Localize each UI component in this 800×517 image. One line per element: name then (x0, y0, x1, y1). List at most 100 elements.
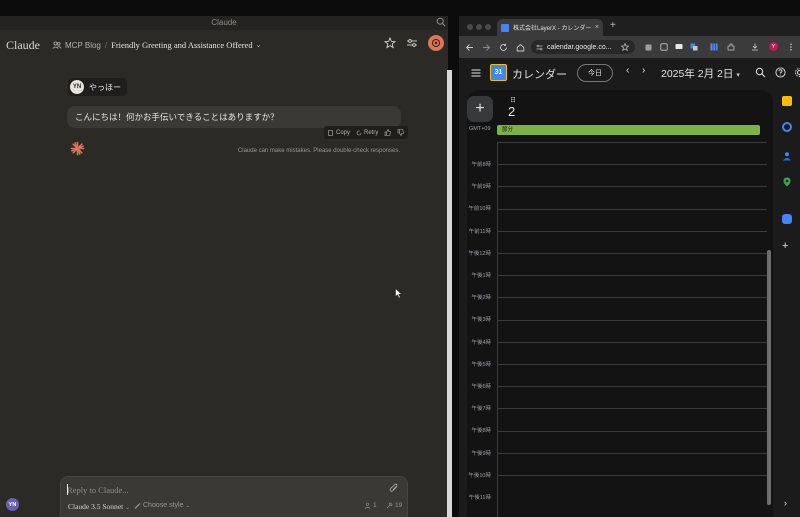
hour-grid-line (497, 408, 767, 410)
style-selector[interactable]: Choose style ⌄ (134, 502, 190, 509)
tasks-icon[interactable] (782, 122, 792, 132)
retry-button[interactable]: Retry (356, 130, 378, 136)
mcp-tools-button[interactable] (428, 35, 444, 51)
settings-sliders-icon[interactable] (406, 37, 418, 49)
tab-calendar[interactable]: 株式会社LayerX - カレンダー × (497, 19, 603, 36)
extension-translate-icon[interactable] (690, 43, 698, 51)
text-caret (67, 484, 68, 495)
profile-avatar[interactable]: YN (6, 498, 19, 511)
more-vert-icon[interactable] (787, 43, 795, 51)
extension-square-icon[interactable] (660, 43, 668, 51)
create-event-button[interactable]: + (467, 96, 493, 122)
close-icon[interactable]: × (595, 24, 599, 31)
profile-initial: Y (771, 43, 776, 50)
hour-grid-line (497, 297, 767, 299)
hour-grid-line (497, 142, 767, 143)
claude-window: Claude Claude MCP Blog / Friendly Greeti… (0, 16, 448, 517)
hour-grid-line (497, 186, 767, 188)
prev-day-button[interactable]: ‹ (626, 65, 629, 76)
hour-label: 午後2時 (471, 295, 491, 302)
paperclip-icon[interactable] (389, 483, 399, 493)
hour-label: 午前8時 (471, 162, 491, 168)
profile-avatar-button[interactable]: Y (769, 42, 778, 51)
hour-grid-line (497, 475, 767, 476)
site-settings-icon[interactable] (536, 44, 543, 51)
hour-label: 午前9時 (471, 184, 491, 191)
tab-strip: 株式会社LayerX - カレンダー × + (459, 16, 800, 36)
hour-label: 午後12時 (468, 250, 491, 257)
window-title: Claude (211, 18, 237, 27)
new-tab-button[interactable]: + (610, 20, 616, 31)
window-zoom-button[interactable] (485, 24, 491, 30)
search-icon[interactable] (436, 17, 446, 27)
hour-grid-line (497, 341, 767, 343)
keep-icon[interactable] (782, 96, 792, 106)
maps-pin-icon[interactable] (782, 174, 792, 187)
extensions-menu-icon[interactable] (727, 43, 735, 51)
extension-grid-icon[interactable] (710, 43, 718, 51)
thumbs-down-icon[interactable] (397, 129, 405, 136)
window-close-button[interactable] (467, 24, 473, 30)
user-message: YN やっほー (68, 78, 127, 96)
star-icon[interactable] (384, 37, 396, 49)
search-icon[interactable] (755, 67, 766, 78)
back-arrow-icon[interactable] (465, 43, 474, 52)
hour-grid-line (497, 208, 767, 210)
mcp-tools-count-button[interactable]: 19 (386, 502, 402, 509)
project-icon (52, 41, 62, 49)
user-avatar: YN (70, 80, 84, 94)
calendar-scrollbar[interactable] (767, 250, 771, 505)
style-label: Choose style (143, 502, 184, 509)
hour-grid-line (497, 164, 767, 166)
add-addon-button[interactable]: + (782, 240, 788, 252)
calendar-favicon-icon (501, 23, 509, 32)
chevron-down-icon[interactable]: ⌄ (256, 41, 262, 49)
thumbs-up-icon[interactable] (384, 129, 392, 136)
download-icon[interactable] (751, 43, 759, 51)
timezone-label: GMT+09 (469, 126, 491, 132)
hour-grid-line (497, 452, 767, 454)
help-icon[interactable] (775, 67, 786, 78)
breadcrumb-project[interactable]: MCP Blog (65, 41, 101, 50)
contacts-icon[interactable] (782, 148, 792, 161)
bookmark-star-icon[interactable] (621, 43, 629, 51)
day-number[interactable]: 2 (508, 104, 515, 119)
window-minimize-button[interactable] (476, 24, 482, 30)
extension-puzzle-icon[interactable] (645, 43, 653, 51)
hour-label: 午後8時 (471, 428, 491, 435)
chat-title[interactable]: Friendly Greeting and Assistance Offered (111, 40, 252, 50)
next-day-button[interactable]: › (642, 65, 645, 76)
hour-label: 午前11時 (468, 228, 491, 235)
home-icon[interactable] (516, 43, 525, 52)
hour-label: 午後10時 (468, 472, 491, 479)
all-day-event[interactable]: 節分 (497, 125, 760, 135)
today-button[interactable]: 今日 (577, 64, 613, 82)
calendar-logo[interactable]: 31 (490, 64, 507, 81)
reload-icon[interactable] (499, 43, 508, 52)
window-divider[interactable] (447, 70, 452, 517)
hamburger-menu-icon[interactable] (471, 68, 481, 78)
zoom-icon[interactable] (782, 214, 792, 224)
model-selector[interactable]: Claude 3.5 Sonnet ⌄ (68, 502, 130, 511)
expand-side-panel-button[interactable]: › (784, 498, 787, 508)
address-bar[interactable]: calendar.google.co... (531, 40, 635, 54)
copy-icon (328, 129, 333, 136)
plug-icon (432, 39, 440, 47)
forward-arrow-icon[interactable] (482, 43, 491, 52)
date-title-text: 2025年 2月 2日 (661, 68, 734, 80)
project-count: 1 (373, 502, 377, 509)
settings-gear-icon[interactable] (794, 67, 800, 78)
project-files-button[interactable]: 1 (364, 502, 377, 509)
copy-button[interactable]: Copy (328, 130, 350, 136)
hour-label: 午後7時 (471, 406, 491, 413)
current-date-title[interactable]: 2025年 2月 2日 ▾ (661, 66, 740, 81)
hour-grid-line (497, 319, 767, 321)
hour-grid-line (497, 253, 767, 254)
hour-grid-line (497, 275, 767, 277)
extension-screen-icon[interactable] (675, 43, 683, 51)
day-column-border (497, 142, 498, 517)
hour-label: 午後6時 (471, 384, 491, 390)
claude-logo[interactable]: Claude (6, 38, 40, 53)
day-view: 日 2 GMT+09 節分 午前8時 午前9時 午前10時 午前11時 午後12時 午後1… (467, 90, 773, 517)
reply-input[interactable] (67, 484, 367, 496)
